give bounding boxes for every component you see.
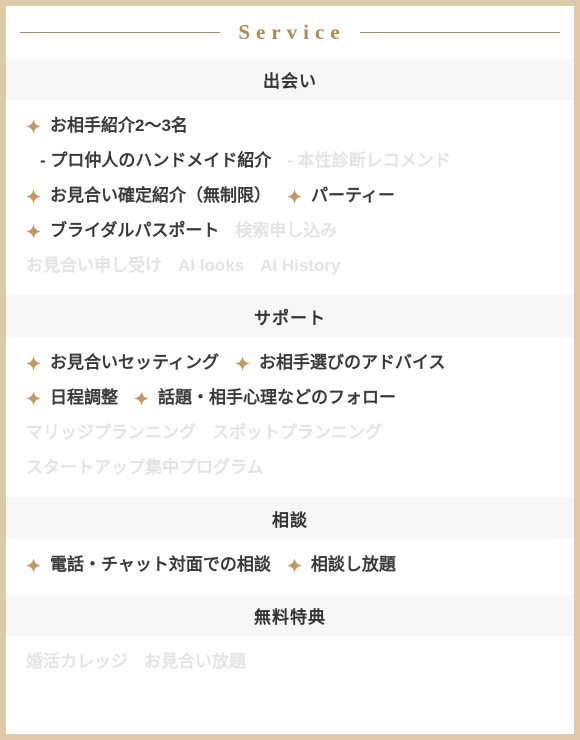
service-row: お見合い確定紹介（無制限） パーティー	[6, 179, 574, 214]
service-item-unavailable: お見合い申し受け	[26, 255, 162, 278]
service-row: スタートアップ集中プログラム	[6, 451, 574, 486]
service-item-label: パーティー	[311, 186, 395, 206]
service-item-label: お相手選びのアドバイス	[258, 353, 446, 373]
service-sections: 出会い お相手紹介2〜3名 - プロ仲人のハンドメイド紹介 - 本性診断レコメンド お見…	[6, 58, 574, 691]
service-item-unavailable: 検索申し込み	[235, 220, 337, 243]
service-section: 無料特典婚活カレッジ お見合い放題	[6, 594, 574, 691]
service-row: 日程調整 話題・相手心理などのフォロー	[6, 381, 574, 416]
service-row: お見合い申し受け AI looks AI History	[6, 249, 574, 284]
sparkle-icon	[287, 189, 311, 204]
sparkle-icon	[26, 356, 50, 371]
section-heading: 相談	[6, 497, 574, 539]
service-section: 相談電話・チャット対面での相談 相談し放題	[6, 497, 574, 594]
service-item-label: お見合いセッティング	[50, 353, 219, 373]
sparkle-icon	[286, 558, 311, 573]
service-item-label: - プロ仲人のハンドメイド紹介	[40, 151, 272, 171]
service-item-label: お見合い放題	[144, 652, 246, 672]
service-plan-card: Service 出会いお相手紹介2〜3名 - プロ仲人のハンドメイド紹介 - 本性診…	[0, 0, 580, 740]
service-item-label: ブライダルパスポート	[50, 221, 220, 241]
section-body: お相手紹介2〜3名 - プロ仲人のハンドメイド紹介 - 本性診断レコメンド お見合い確…	[6, 100, 574, 295]
sparkle-icon	[26, 558, 50, 573]
service-item: 相談し放題	[286, 554, 396, 577]
service-item-unavailable: 婚活カレッジ	[26, 651, 128, 674]
sparkle-icon	[26, 119, 50, 134]
service-item-label: マリッジプランニング	[26, 423, 196, 443]
service-row: 婚活カレッジ お見合い放題	[6, 645, 574, 680]
section-body: 婚活カレッジ お見合い放題	[6, 636, 574, 691]
service-item-label: AI History	[260, 256, 341, 276]
sparkle-icon	[234, 356, 259, 371]
service-item-unavailable: お見合い放題	[144, 651, 246, 674]
section-heading: 出会い	[6, 58, 574, 100]
service-item-unavailable: - 本性診断レコメンド	[287, 150, 450, 173]
service-row: お見合いセッティング お相手選びのアドバイス	[6, 346, 574, 381]
service-item-label: スタートアップ集中プログラム	[26, 458, 264, 478]
service-item: お見合い確定紹介（無制限）	[26, 185, 271, 208]
sparkle-icon	[26, 391, 50, 406]
section-body: お見合いセッティング お相手選びのアドバイス日程調整 話題・相手心理などのフォローマ…	[6, 337, 574, 497]
section-heading: サポート	[6, 295, 574, 337]
service-item: パーティー	[287, 185, 395, 208]
service-item: 日程調整	[26, 387, 118, 410]
service-item: 話題・相手心理などのフォロー	[134, 387, 396, 410]
service-item: お相手紹介2〜3名	[26, 115, 188, 138]
sparkle-icon	[26, 224, 50, 239]
service-row: お相手紹介2〜3名	[6, 109, 574, 144]
service-item: 電話・チャット対面での相談	[26, 554, 271, 577]
title-rule-right	[359, 31, 561, 33]
service-item: - プロ仲人のハンドメイド紹介	[40, 150, 271, 173]
service-item-label: お見合い確定紹介（無制限）	[50, 186, 271, 206]
service-item-unavailable: AI History	[260, 255, 340, 278]
service-item-label: お見合い申し受け	[26, 256, 162, 276]
service-item-label: スポットプランニング	[212, 423, 382, 443]
service-item-label: 検索申し込み	[235, 221, 338, 241]
section-body: 電話・チャット対面での相談 相談し放題	[6, 539, 574, 594]
sparkle-icon	[26, 189, 50, 204]
service-item-label: 婚活カレッジ	[26, 652, 128, 672]
service-item-label: 話題・相手心理などのフォロー	[158, 388, 396, 408]
service-row: - プロ仲人のハンドメイド紹介 - 本性診断レコメンド	[6, 144, 574, 179]
service-title-bar: Service	[6, 6, 574, 58]
sparkle-icon	[134, 391, 158, 406]
service-item-unavailable: スタートアップ集中プログラム	[26, 457, 264, 480]
service-row: 電話・チャット対面での相談 相談し放題	[6, 548, 574, 583]
service-item-label: - 本性診断レコメンド	[287, 151, 451, 171]
page-title: Service	[238, 19, 346, 44]
service-item: お相手選びのアドバイス	[234, 352, 446, 375]
service-item: お見合いセッティング	[26, 352, 219, 375]
service-item-unavailable: スポットプランニング	[212, 422, 382, 445]
service-row: ブライダルパスポート 検索申し込み	[6, 214, 574, 249]
service-item-label: お相手紹介2〜3名	[50, 116, 188, 136]
service-item-unavailable: マリッジプランニング	[26, 422, 196, 445]
service-item-label: AI looks	[178, 256, 245, 276]
service-item: ブライダルパスポート	[26, 220, 219, 243]
service-item-label: 日程調整	[50, 388, 118, 408]
service-item-unavailable: AI looks	[178, 255, 244, 278]
service-row: マリッジプランニング スポットプランニング	[6, 416, 574, 451]
service-section: 出会い お相手紹介2〜3名 - プロ仲人のハンドメイド紹介 - 本性診断レコメンド お見…	[6, 58, 574, 295]
service-section: サポートお見合いセッティング お相手選びのアドバイス日程調整 話題・相手心理などのフ…	[6, 295, 574, 497]
service-item-label: 相談し放題	[310, 555, 396, 575]
service-item-label: 電話・チャット対面での相談	[50, 555, 271, 575]
title-rule-left	[20, 31, 221, 33]
section-heading: 無料特典	[6, 594, 574, 636]
